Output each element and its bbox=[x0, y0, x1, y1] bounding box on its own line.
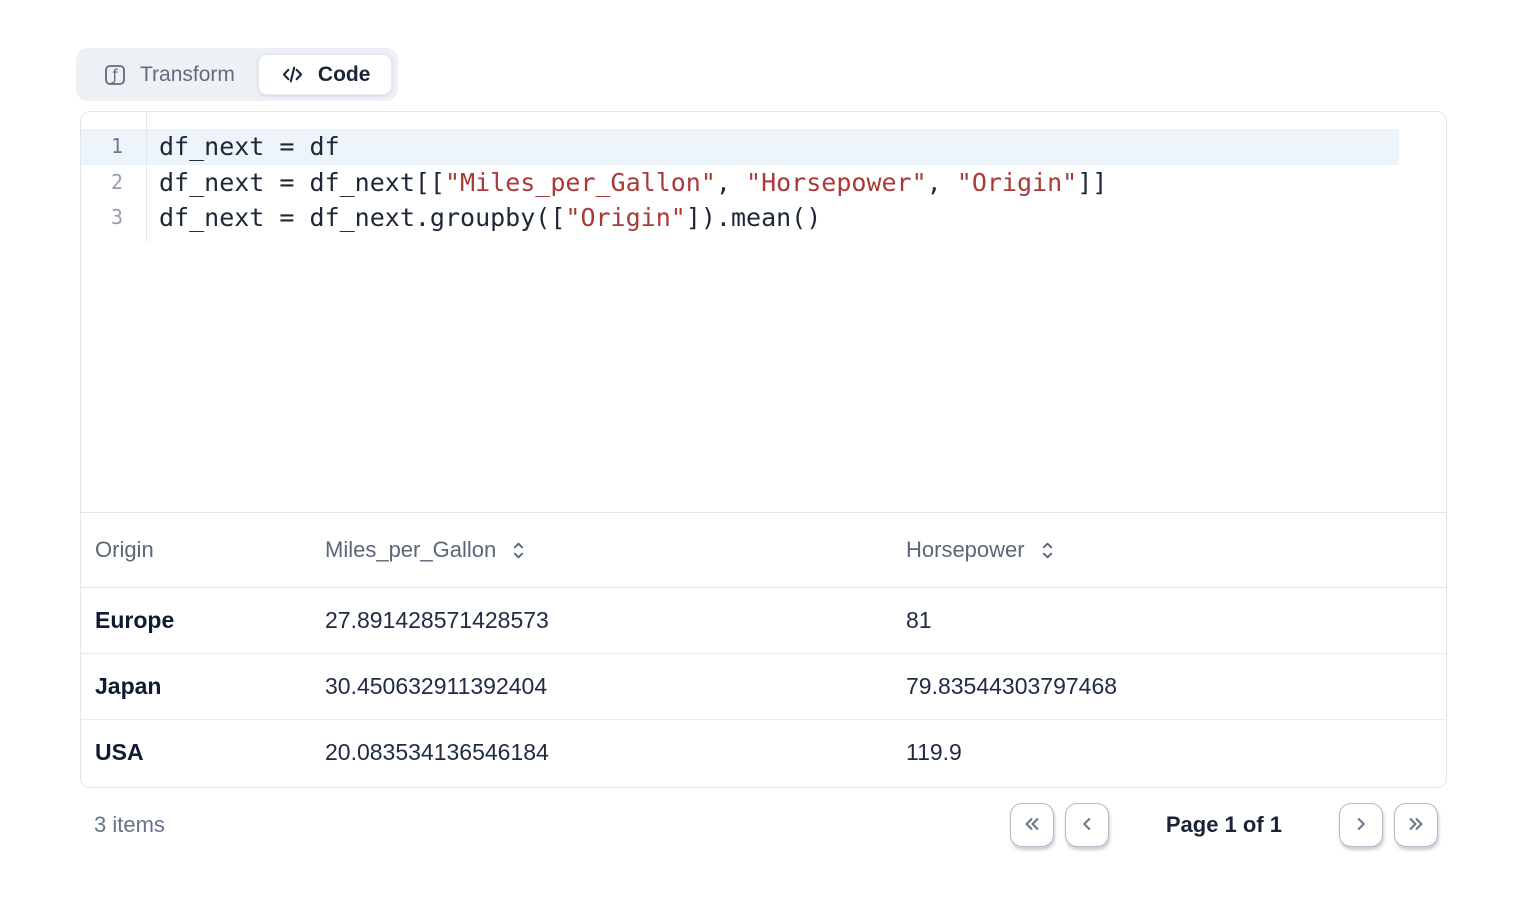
cell-value: 119.9 bbox=[892, 720, 1446, 786]
table-header-row: Origin Miles_per_Gallon Horsepower bbox=[81, 513, 1446, 588]
tab-transform-label: Transform bbox=[140, 63, 235, 87]
pagination: Page 1 of 1 bbox=[1010, 803, 1438, 847]
pagination-prev-button[interactable] bbox=[1065, 803, 1109, 847]
code-line[interactable]: 3df_next = df_next.groupby(["Origin"]).m… bbox=[81, 200, 1399, 236]
line-number: 2 bbox=[81, 165, 147, 201]
column-header-miles_per_gallon[interactable]: Miles_per_Gallon bbox=[311, 513, 892, 588]
svg-text:ƒ: ƒ bbox=[111, 66, 118, 84]
code-line[interactable]: 1df_next = df bbox=[81, 129, 1399, 165]
column-header-label: Origin bbox=[95, 537, 154, 563]
row-index-label: USA bbox=[81, 720, 311, 786]
result-table: Origin Miles_per_Gallon Horsepower Europe2… bbox=[81, 512, 1446, 786]
chevron-left-icon bbox=[1074, 811, 1100, 840]
column-header-label: Miles_per_Gallon bbox=[325, 537, 496, 563]
sort-icon[interactable] bbox=[510, 540, 527, 561]
column-header-label: Horsepower bbox=[906, 537, 1025, 563]
page-indicator: Page 1 of 1 bbox=[1166, 812, 1282, 838]
code-text: df_next = df_next[["Miles_per_Gallon", "… bbox=[147, 165, 1107, 201]
sort-icon[interactable] bbox=[1039, 540, 1056, 561]
chevron-right-icon bbox=[1348, 811, 1374, 840]
table-row: USA20.083534136546184119.9 bbox=[81, 720, 1446, 786]
table-footer: 3 items Page 1 of 1 bbox=[80, 800, 1438, 850]
cell-value: 81 bbox=[892, 588, 1446, 654]
code-text: df_next = df_next.groupby(["Origin"]).me… bbox=[147, 200, 821, 236]
cell-value: 79.83544303797468 bbox=[892, 654, 1446, 720]
code-icon bbox=[280, 62, 305, 87]
cell-value: 30.450632911392404 bbox=[311, 654, 892, 720]
items-count: 3 items bbox=[80, 812, 165, 838]
line-number: 3 bbox=[81, 200, 147, 236]
table-row: Europe27.89142857142857381 bbox=[81, 588, 1446, 654]
line-number: 1 bbox=[81, 129, 147, 165]
table-row: Japan30.45063291139240479.83544303797468 bbox=[81, 654, 1446, 720]
code-text: df_next = df bbox=[147, 129, 340, 165]
code-editor[interactable]: 1df_next = df2df_next = df_next[["Miles_… bbox=[81, 112, 1446, 512]
pagination-last-button[interactable] bbox=[1394, 803, 1438, 847]
tab-code-label: Code bbox=[318, 63, 371, 87]
code-line[interactable]: 2df_next = df_next[["Miles_per_Gallon", … bbox=[81, 165, 1399, 201]
code-panel: 1df_next = df2df_next = df_next[["Miles_… bbox=[80, 111, 1447, 788]
cell-value: 20.083534136546184 bbox=[311, 720, 892, 786]
row-index-label: Europe bbox=[81, 588, 311, 654]
function-icon: ƒ bbox=[103, 63, 127, 87]
gutter-divider bbox=[146, 112, 147, 242]
column-header-horsepower[interactable]: Horsepower bbox=[892, 513, 1446, 588]
code-editor-lines: 1df_next = df2df_next = df_next[["Miles_… bbox=[81, 129, 1446, 236]
cell-value: 27.891428571428573 bbox=[311, 588, 892, 654]
view-mode-tabs: ƒ Transform Code bbox=[76, 48, 398, 101]
pagination-next-button[interactable] bbox=[1339, 803, 1383, 847]
column-header-origin: Origin bbox=[81, 513, 311, 588]
row-index-label: Japan bbox=[81, 654, 311, 720]
pagination-first-button[interactable] bbox=[1010, 803, 1054, 847]
tab-transform[interactable]: ƒ Transform bbox=[82, 54, 256, 95]
chevrons-right-icon bbox=[1403, 811, 1429, 840]
tab-code[interactable]: Code bbox=[258, 54, 393, 95]
chevrons-left-icon bbox=[1019, 811, 1045, 840]
